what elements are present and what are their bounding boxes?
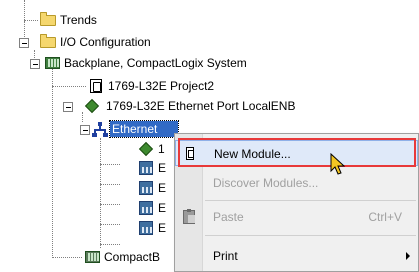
module-icon <box>138 200 154 216</box>
tree-connector <box>100 224 120 225</box>
collapse-expander[interactable] <box>30 59 40 69</box>
menu-item-discover-modules[interactable]: Discover Modules... <box>175 170 418 196</box>
tree-connector <box>82 112 83 122</box>
tree-connector <box>100 184 120 185</box>
tree-item-ethernet[interactable]: Ethernet <box>109 120 179 138</box>
module-diamond-icon <box>138 141 154 157</box>
tree-connector <box>100 164 120 165</box>
menu-item-new-module[interactable]: New Module... <box>175 140 418 166</box>
menu-separator <box>205 235 416 236</box>
ethernet-network-icon <box>92 121 108 137</box>
tree-item-backplane[interactable]: Backplane, CompactLogix System <box>62 55 249 71</box>
menu-item-shortcut: Ctrl+V <box>368 210 402 224</box>
tree-item-module-4[interactable]: E <box>156 200 168 216</box>
tree-connector <box>24 21 25 37</box>
tree-item-compact-bus[interactable]: CompactB <box>102 249 162 265</box>
tree-connector <box>52 86 86 87</box>
tree-item-controller[interactable]: 1769-L32E Project2 <box>106 78 216 94</box>
tree-connector <box>100 244 120 245</box>
menu-item-paste[interactable]: Paste Ctrl+V <box>175 204 418 230</box>
tree-item-module-2[interactable]: E <box>156 160 168 176</box>
tree-item-module-3[interactable]: E <box>156 180 168 196</box>
compact-bus-icon <box>84 249 100 265</box>
collapse-expander[interactable] <box>19 38 29 48</box>
context-menu: New Module... Discover Modules... Paste … <box>174 133 419 272</box>
mouse-pointer-icon <box>330 153 346 175</box>
tree-connector <box>100 204 120 205</box>
menu-item-label: Discover Modules... <box>213 176 319 190</box>
tree-connector <box>52 68 53 258</box>
collapse-expander[interactable] <box>80 125 90 135</box>
tree-connector <box>52 257 82 258</box>
menu-item-print[interactable]: Print <box>175 243 418 269</box>
tree-item-trends[interactable]: Trends <box>58 12 99 28</box>
folder-icon <box>40 12 56 28</box>
new-module-icon <box>182 146 198 162</box>
paste-icon <box>181 209 197 225</box>
menu-item-label: Paste <box>213 210 244 224</box>
backplane-icon <box>44 55 60 71</box>
menu-item-label: New Module... <box>214 147 291 161</box>
submenu-arrow-icon <box>406 252 410 260</box>
menu-item-label: Print <box>213 249 238 263</box>
collapse-expander[interactable] <box>63 102 73 112</box>
tree-item-module-1[interactable]: 1 <box>156 141 167 157</box>
menu-separator <box>205 200 416 201</box>
module-icon <box>138 180 154 196</box>
open-folder-icon <box>40 34 56 50</box>
module-icon <box>138 220 154 236</box>
tree-connector <box>24 20 38 21</box>
ethernet-port-icon <box>84 98 100 114</box>
tree-connector <box>24 0 25 20</box>
tree-item-module-5[interactable]: E <box>156 220 168 236</box>
tree-connector <box>100 138 101 248</box>
controller-icon <box>88 78 104 94</box>
tree-item-ethernet-port[interactable]: 1769-L32E Ethernet Port LocalENB <box>104 98 297 114</box>
module-icon <box>138 160 154 176</box>
tree-item-io-configuration[interactable]: I/O Configuration <box>58 34 153 50</box>
